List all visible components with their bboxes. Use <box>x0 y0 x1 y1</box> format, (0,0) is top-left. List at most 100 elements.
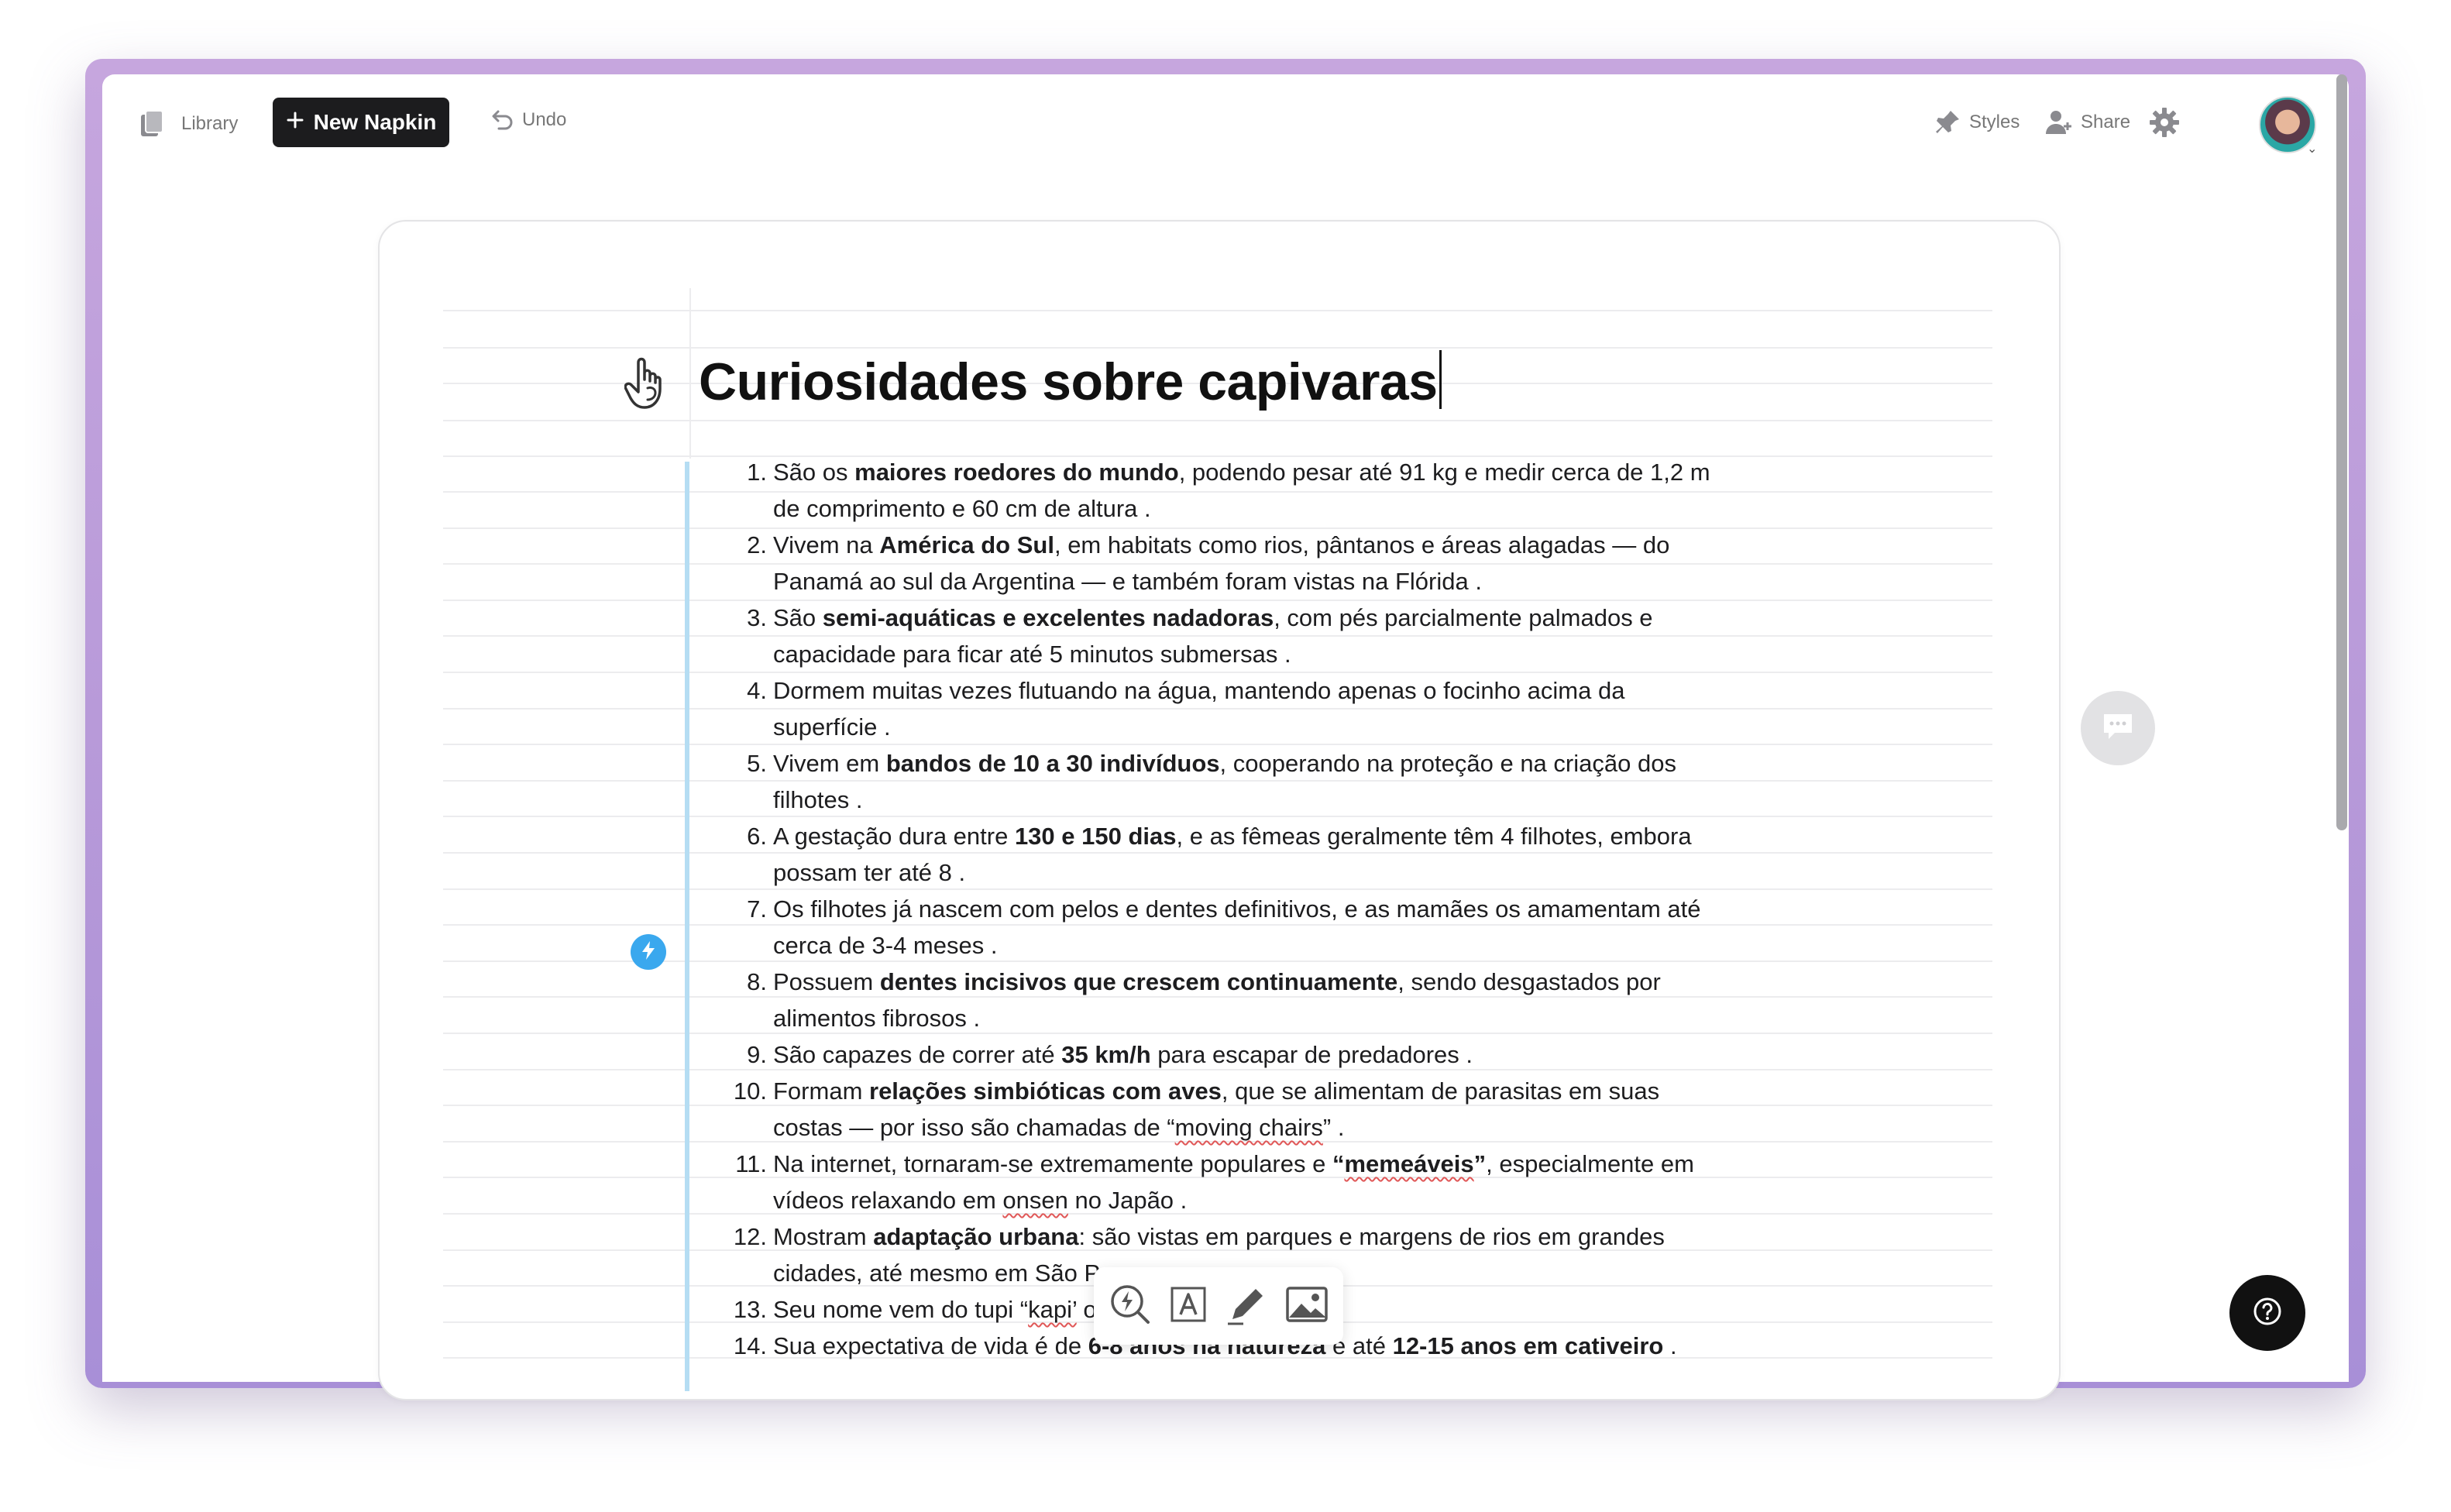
ruled-line <box>443 996 1992 998</box>
text-run: , podendo pesar até 91 kg e medir cerca … <box>1178 459 1710 486</box>
text-run: para escapar de predadores . <box>1150 1041 1473 1068</box>
text-run: A gestação dura entre <box>773 823 1015 850</box>
ruled-line <box>443 455 1992 457</box>
list-line: possam ter até 8 . <box>773 859 965 887</box>
text-run: Formam <box>773 1077 869 1105</box>
gear-icon <box>2149 107 2180 138</box>
text-run: moving chairs <box>1174 1114 1323 1141</box>
bold-text: ” <box>1473 1150 1487 1177</box>
list-line: vídeos relaxando em onsen no Japão . <box>773 1187 1187 1215</box>
list-number: 5. <box>747 750 767 777</box>
text-run: : são vistas em parques e margens de rio… <box>1078 1223 1665 1250</box>
list-number: 1. <box>747 459 767 486</box>
text-run: Possuem <box>773 968 880 995</box>
ruled-line <box>443 924 1992 926</box>
text-run: filhotes . <box>773 786 863 813</box>
text-run: , em habitats como rios, pântanos e área… <box>1054 531 1670 558</box>
ruled-line <box>443 672 1992 673</box>
library-button[interactable]: Library <box>139 108 238 139</box>
ruled-line <box>443 960 1992 962</box>
list-number: 6. <box>747 823 767 850</box>
bold-text: 130 e 150 dias <box>1014 823 1177 850</box>
list-line: São semi-aquáticas e excelentes nadadora… <box>773 604 1653 632</box>
list-line: filhotes . <box>773 786 862 814</box>
bold-text: maiores roedores do mundo <box>854 459 1179 486</box>
pencil-icon[interactable] <box>1225 1282 1270 1331</box>
list-line: Na internet, tornaram-se extremamente po… <box>773 1150 1694 1178</box>
selection-accent-line <box>685 462 689 1391</box>
ruled-line <box>443 852 1992 854</box>
help-icon <box>2252 1296 2283 1331</box>
list-number: 8. <box>747 968 767 995</box>
text-run: possam ter até 8 . <box>773 859 966 886</box>
bold-text: semi-aquáticas e excelentes nadadoras <box>822 604 1274 631</box>
text-run: , cooperando na proteção e na criação do… <box>1219 750 1676 777</box>
text-run: costas — por isso são chamadas de “ <box>773 1114 1175 1141</box>
text-run: de comprimento e 60 cm de altura . <box>773 495 1151 522</box>
styles-label: Styles <box>1969 112 2020 132</box>
text-run: cerca de 3-4 meses . <box>773 932 998 959</box>
list-line: alimentos fibrosos . <box>773 1005 980 1033</box>
list-line: A gestação dura entre 130 e 150 dias, e … <box>773 823 1692 850</box>
text-run: , que se alimentam de parasitas em suas <box>1221 1077 1660 1105</box>
napkin-hand-icon[interactable] <box>624 355 674 418</box>
text-caret <box>1439 350 1442 409</box>
text-run: onsen <box>1002 1187 1068 1214</box>
text-run: São capazes de correr até <box>773 1041 1062 1068</box>
text-run: ” . <box>1322 1114 1345 1141</box>
text-run: no Japão . <box>1067 1187 1188 1214</box>
bolt-search-icon[interactable] <box>1108 1282 1153 1331</box>
list-line: Panamá ao sul da Argentina — e também fo… <box>773 568 1482 596</box>
bolt-button[interactable] <box>631 934 666 970</box>
list-number: 13. <box>733 1296 767 1323</box>
text-run: , e as fêmeas geralmente têm 4 filhotes,… <box>1176 823 1692 850</box>
ruled-line <box>443 1213 1992 1215</box>
library-icon <box>139 108 166 139</box>
list-line: Dormem muitas vezes flutuando na água, m… <box>773 677 1624 705</box>
undo-icon <box>488 107 514 133</box>
pin-icon <box>1934 108 1961 136</box>
bold-text: relações simbióticas com aves <box>869 1077 1222 1105</box>
styles-button[interactable]: Styles <box>1934 108 2020 136</box>
ruled-line <box>443 420 1992 421</box>
undo-button[interactable]: Undo <box>488 107 566 133</box>
text-run: cidades, até mesmo em São P <box>773 1259 1101 1287</box>
chevron-down-icon[interactable]: ⌄ <box>2307 141 2317 156</box>
new-napkin-button[interactable]: New Napkin <box>273 98 449 147</box>
list-number: 10. <box>733 1077 767 1105</box>
list-line: de comprimento e 60 cm de altura . <box>773 495 1151 523</box>
bold-text: 12-15 anos em cativeiro <box>1392 1332 1664 1359</box>
text-run: alimentos fibrosos . <box>773 1005 981 1032</box>
comment-button[interactable] <box>2081 691 2155 765</box>
text-box-icon[interactable] <box>1167 1283 1209 1329</box>
share-button[interactable]: Share <box>2045 108 2130 136</box>
text-run: capacidade para ficar até 5 minutos subm… <box>773 641 1291 668</box>
list-line: costas — por isso são chamadas de “movin… <box>773 1114 1344 1142</box>
ruled-line <box>443 1033 1992 1034</box>
text-run: Vivem na <box>773 531 880 558</box>
bold-text: adaptação urbana <box>873 1223 1079 1250</box>
list-line: São os maiores roedores do mundo, podend… <box>773 459 1710 486</box>
list-number: 3. <box>747 604 767 631</box>
bold-text: bandos de 10 a 30 indivíduos <box>885 750 1220 777</box>
help-button[interactable] <box>2229 1275 2305 1351</box>
list-line: Os filhotes já nascem com pelos e dentes… <box>773 895 1701 923</box>
settings-button[interactable] <box>2149 107 2180 138</box>
vertical-scrollbar[interactable] <box>2336 74 2347 830</box>
share-label: Share <box>2081 112 2131 132</box>
page-title[interactable]: Curiosidades sobre capivaras <box>699 350 1442 412</box>
text-run: Panamá ao sul da Argentina — e também fo… <box>773 568 1482 595</box>
list-line: cerca de 3-4 meses . <box>773 932 997 960</box>
list-number: 7. <box>747 895 767 923</box>
text-run: vídeos relaxando em <box>773 1187 1003 1214</box>
ruled-line <box>443 1069 1992 1070</box>
image-icon[interactable] <box>1284 1283 1329 1329</box>
text-run: Mostram <box>773 1223 874 1250</box>
bold-text: dentes incisivos que crescem continuamen… <box>879 968 1398 995</box>
undo-label: Undo <box>522 109 567 130</box>
page-title-text: Curiosidades sobre capivaras <box>699 352 1438 411</box>
text-run: superfície . <box>773 713 891 741</box>
ruled-line <box>443 310 1992 311</box>
ruled-line <box>443 888 1992 890</box>
ruled-line <box>443 780 1992 782</box>
